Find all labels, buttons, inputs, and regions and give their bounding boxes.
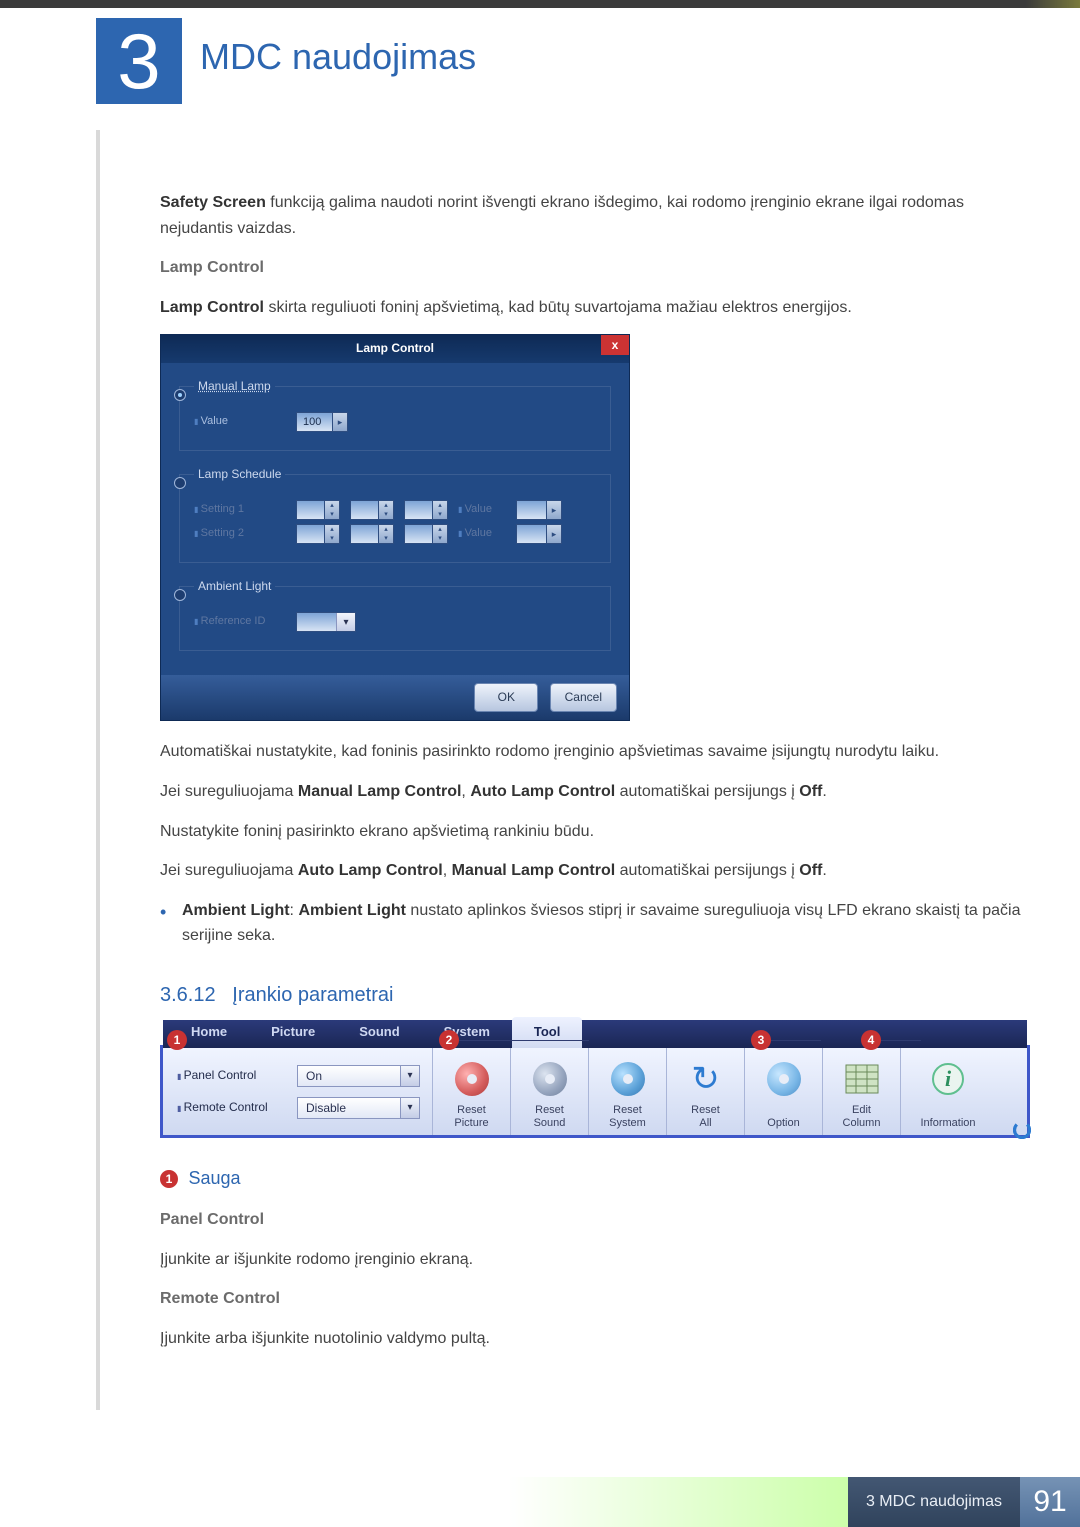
tab-picture[interactable]: Picture [249, 1017, 337, 1048]
cycle-arrow-icon [1013, 1121, 1031, 1139]
value-spinner[interactable]: 100 [296, 412, 348, 432]
chapter-number-badge: 3 [96, 18, 182, 104]
setting1-hour-stepper[interactable] [296, 500, 340, 520]
panel-control-heading: Panel Control [160, 1207, 1030, 1233]
remote-control-heading: Remote Control [160, 1286, 1030, 1312]
dialog-button-row: OK Cancel [161, 675, 629, 720]
callout-1: 1 [167, 1030, 187, 1050]
setting2-min-stepper[interactable] [350, 524, 394, 544]
reset-all-button[interactable]: ↻ Reset All [667, 1048, 745, 1135]
reference-id-dropdown[interactable] [296, 612, 356, 632]
callout-4-line [881, 1040, 921, 1041]
sauga-badge: 1 [160, 1170, 178, 1188]
remote-control-text: Įjunkite arba išjunkite nuotolinio valdy… [160, 1326, 1030, 1352]
page-content: Safety Screen funkciją galima naudoti no… [160, 190, 1030, 1365]
lamp-control-dialog: Lamp Control x Manual Lamp Value 100 Lam… [160, 334, 630, 721]
tool-ribbon: Home Picture Sound System Tool 1 2 3 4 P… [160, 1045, 1030, 1138]
lamp-control-desc: Lamp Control skirta reguliuoti foninį ap… [160, 295, 1030, 321]
reset-picture-button[interactable]: Reset Picture [433, 1048, 511, 1135]
panel-control-label: Panel Control [177, 1066, 287, 1085]
cancel-button[interactable]: Cancel [550, 683, 617, 712]
callout-2-line [459, 1040, 589, 1041]
reset-sound-button[interactable]: Reset Sound [511, 1048, 589, 1135]
setting2-value-spinner[interactable] [516, 524, 562, 544]
footer-chapter-label: 3 MDC naudojimas [848, 1477, 1020, 1527]
manual-switch-paragraph: Jei sureguliuojama Manual Lamp Control, … [160, 779, 1030, 805]
reset-system-button[interactable]: Reset System [589, 1048, 667, 1135]
callout-2: 2 [439, 1030, 459, 1050]
gear-icon [533, 1062, 567, 1096]
ribbon-tabs: Home Picture Sound System Tool [163, 1020, 1027, 1048]
setting1-min-stepper[interactable] [350, 500, 394, 520]
ambient-light-radio[interactable] [174, 589, 186, 601]
page-footer: 3 MDC naudojimas 91 [0, 1477, 1080, 1527]
manual-lamp-group[interactable]: Manual Lamp Value 100 [179, 377, 611, 451]
safety-screen-paragraph: Safety Screen funkciją galima naudoti no… [160, 190, 1030, 241]
ambient-light-legend: Ambient Light [194, 577, 275, 596]
remote-control-dropdown[interactable]: Disable [297, 1097, 420, 1119]
close-icon[interactable]: x [601, 335, 629, 355]
lamp-schedule-legend: Lamp Schedule [194, 465, 285, 484]
lamp-schedule-radio[interactable] [174, 477, 186, 489]
reference-id-label: Reference ID [194, 613, 286, 631]
value-label: Value [194, 413, 286, 431]
left-rail [96, 130, 100, 1410]
callout-4: 4 [861, 1030, 881, 1050]
option-button[interactable]: Option [745, 1048, 823, 1135]
svg-text:i: i [945, 1066, 952, 1091]
ok-button[interactable]: OK [474, 683, 538, 712]
setting2-hour-stepper[interactable] [296, 524, 340, 544]
setting1-value-spinner[interactable] [516, 500, 562, 520]
ambient-light-group[interactable]: Ambient Light Reference ID [179, 577, 611, 651]
gear-icon [767, 1062, 801, 1096]
tab-tool[interactable]: Tool [512, 1017, 582, 1048]
callout-3-line [771, 1040, 821, 1041]
edit-column-button[interactable]: Edit Column [823, 1048, 901, 1135]
manual-set-paragraph: Nustatykite foninį pasirinkto ekrano apš… [160, 819, 1030, 845]
footer-page-number: 91 [1020, 1477, 1080, 1527]
auto-paragraph: Automatiškai nustatykite, kad foninis pa… [160, 739, 1030, 765]
dialog-title: Lamp Control [356, 341, 434, 355]
tab-sound[interactable]: Sound [337, 1017, 421, 1048]
remote-control-label: Remote Control [177, 1098, 287, 1117]
safety-screen-term: Safety Screen [160, 194, 266, 211]
gear-icon [611, 1062, 645, 1096]
sauga-heading: 1 Sauga [160, 1164, 1030, 1193]
sauga-title: Sauga [188, 1168, 240, 1188]
setting2-value-label: Value [458, 525, 506, 543]
manual-lamp-legend: Manual Lamp [194, 377, 275, 396]
setting1-ampm-stepper[interactable] [404, 500, 448, 520]
top-bar [0, 0, 1080, 8]
setting1-label: Setting 1 [194, 501, 286, 519]
lamp-control-heading: Lamp Control [160, 255, 1030, 281]
ribbon-security-section: Panel Control On Remote Control Disable [163, 1048, 433, 1135]
manual-lamp-radio[interactable] [174, 389, 186, 401]
panel-control-text: Įjunkite ar išjunkite rodomo įrenginio e… [160, 1247, 1030, 1273]
panel-control-dropdown[interactable]: On [297, 1065, 420, 1087]
gear-icon [455, 1062, 489, 1096]
information-button[interactable]: i Information [901, 1048, 995, 1135]
dialog-titlebar: Lamp Control x [161, 335, 629, 362]
auto-switch-paragraph: Jei sureguliuojama Auto Lamp Control, Ma… [160, 858, 1030, 884]
lamp-schedule-group[interactable]: Lamp Schedule Setting 1 Value Setting 2 … [179, 465, 611, 563]
setting2-label: Setting 2 [194, 525, 286, 543]
table-icon [841, 1058, 883, 1100]
section-heading: 3.6.12 Įrankio parametrai [160, 979, 1030, 1011]
setting2-ampm-stepper[interactable] [404, 524, 448, 544]
info-icon: i [927, 1058, 969, 1100]
callout-3: 3 [751, 1030, 771, 1050]
chapter-title: MDC naudojimas [200, 36, 476, 78]
tab-system[interactable]: System [422, 1017, 512, 1048]
setting1-value-label: Value [458, 501, 506, 519]
ambient-light-bullet: Ambient Light: Ambient Light nustato apl… [182, 898, 1030, 949]
